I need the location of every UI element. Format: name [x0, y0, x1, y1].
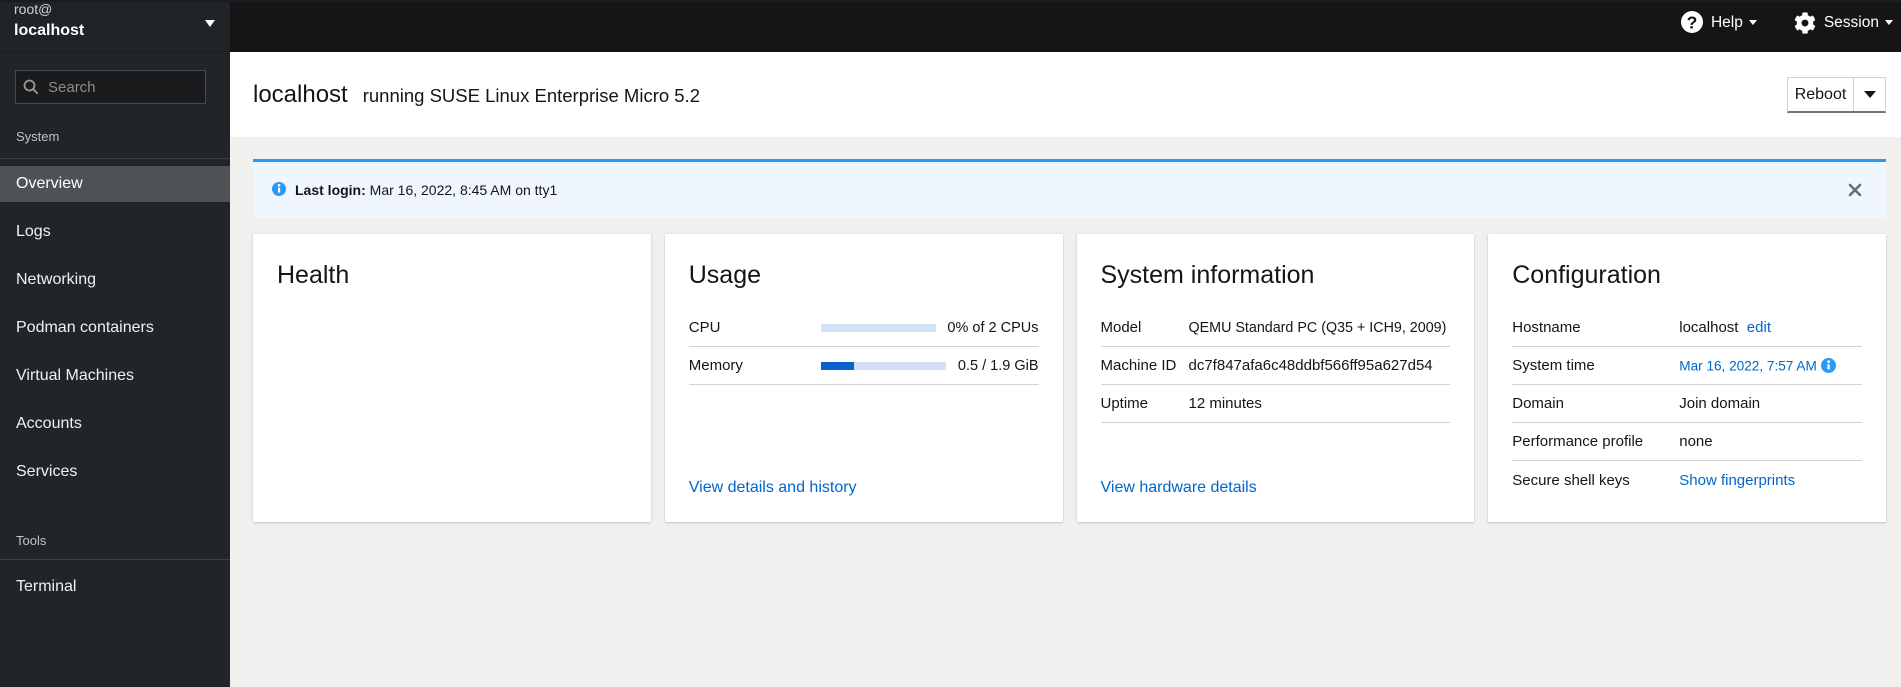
svg-text:?: ?: [1687, 12, 1698, 32]
